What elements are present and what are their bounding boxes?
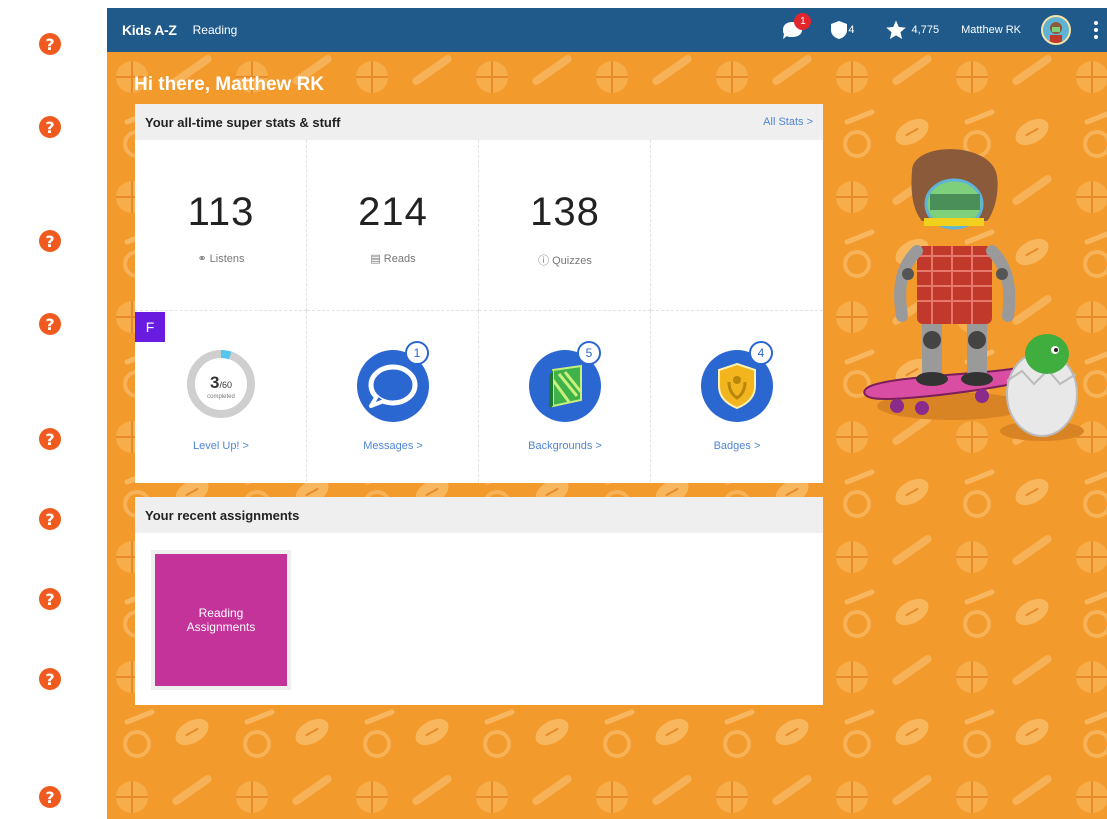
backgrounds-link[interactable]: Backgrounds > (479, 440, 651, 452)
reads-value: 214 (358, 190, 428, 234)
level-progress-text: 3/60 (186, 373, 256, 393)
help-icon[interactable]: ? (39, 588, 61, 610)
messages-count-badge: 1 (405, 341, 429, 365)
shield-count-value: 4 (848, 24, 855, 36)
listens-label: Listens (209, 253, 245, 265)
quizzes-label: Quizzes (552, 255, 592, 267)
listens-label-row: ⚭ Listens (135, 252, 307, 265)
star-icon (885, 20, 906, 39)
user-name[interactable]: Matthew RK (961, 24, 1021, 36)
quizzes-value: 138 (530, 190, 600, 234)
stats-title: Your all-time super stats & stuff (145, 114, 341, 130)
message-count-badge: 1 (794, 13, 812, 30)
help-icon[interactable]: ? (39, 116, 61, 138)
backgrounds-count-badge: 5 (577, 341, 601, 365)
page: ? ? ? ? ? ? ? ? ? Kids A-Z Reading 1 4 4… (0, 0, 1107, 819)
empty-stat-cell (651, 140, 823, 311)
star-count-value: 4,775 (911, 24, 940, 36)
quiz-icon: ⓘ (538, 255, 550, 267)
greeting: Hi there, Matthew RK (134, 74, 325, 95)
level-up-link[interactable]: Level Up! > (135, 440, 307, 452)
message-button[interactable]: 1 (780, 13, 812, 43)
reading-assignments-tile[interactable]: Reading Assignments (151, 550, 291, 690)
help-icon[interactable]: ? (39, 508, 61, 530)
avatar[interactable] (1041, 15, 1071, 45)
kebab-menu-icon[interactable] (1091, 21, 1101, 39)
top-bar: Kids A-Z Reading 1 4 4,775 Matthew RK (107, 8, 1107, 52)
headphones-icon: ⚭ (197, 253, 207, 265)
stats-card: Your all-time super stats & stuff All St… (135, 104, 823, 483)
badges-link[interactable]: Badges > (651, 440, 823, 452)
help-icon[interactable]: ? (39, 230, 61, 252)
assignments-header: Your recent assignments (135, 497, 823, 533)
level-completed-label: completed (207, 394, 235, 400)
avatar-image (1043, 17, 1069, 43)
backgrounds-tile[interactable]: 5 Backgrounds > (479, 311, 651, 482)
quizzes-label-row: ⓘ Quizzes (479, 252, 651, 268)
help-icon[interactable]: ? (39, 668, 61, 690)
shield-icon (831, 21, 848, 39)
stats-header: Your all-time super stats & stuff All St… (135, 104, 823, 140)
avatar-character[interactable] (852, 126, 1092, 456)
reads-label: Reads (383, 253, 416, 265)
app-window: Kids A-Z Reading 1 4 4,775 Matthew RK Hi… (107, 8, 1107, 819)
badges-tile[interactable]: 4 Badges > (651, 311, 823, 482)
stats-grid: 113 ⚭Listens 214 ▤Reads 138 ⓘQuizzes (135, 140, 823, 483)
section-label[interactable]: Reading (193, 23, 238, 37)
messages-link[interactable]: Messages > (307, 440, 479, 452)
messages-tile[interactable]: 1 Messages > (307, 311, 479, 482)
help-icon[interactable]: ? (39, 786, 61, 808)
star-count[interactable]: 4,775 (885, 19, 940, 41)
shield-count[interactable]: 4 (830, 20, 855, 40)
badges-count-badge: 4 (749, 341, 773, 365)
listens-stat: 113 ⚭ Listens (135, 140, 307, 311)
help-icon[interactable]: ? (39, 313, 61, 335)
level-up-tile[interactable]: 3/60 completed Level Up! > (135, 311, 307, 482)
help-icon[interactable]: ? (39, 33, 61, 55)
help-icon[interactable]: ? (39, 428, 61, 450)
listens-value: 113 (187, 190, 255, 234)
quizzes-stat: 138 ⓘ Quizzes (479, 140, 651, 311)
all-stats-link[interactable]: All Stats > (763, 116, 813, 128)
level-total: /60 (219, 380, 232, 390)
reads-label-row: ▤ Reads (307, 252, 479, 265)
kids-az-logo[interactable]: Kids A-Z (122, 22, 177, 38)
reading-assignments-label: Reading Assignments (155, 554, 287, 686)
assignments-card: Your recent assignments Reading Assignme… (135, 497, 823, 705)
reads-stat: 214 ▤ Reads (307, 140, 479, 311)
top-bar-actions: 1 4 4,775 Matthew RK (780, 8, 1107, 52)
book-icon: ▤ (370, 253, 381, 265)
assignments-title: Your recent assignments (145, 507, 300, 523)
